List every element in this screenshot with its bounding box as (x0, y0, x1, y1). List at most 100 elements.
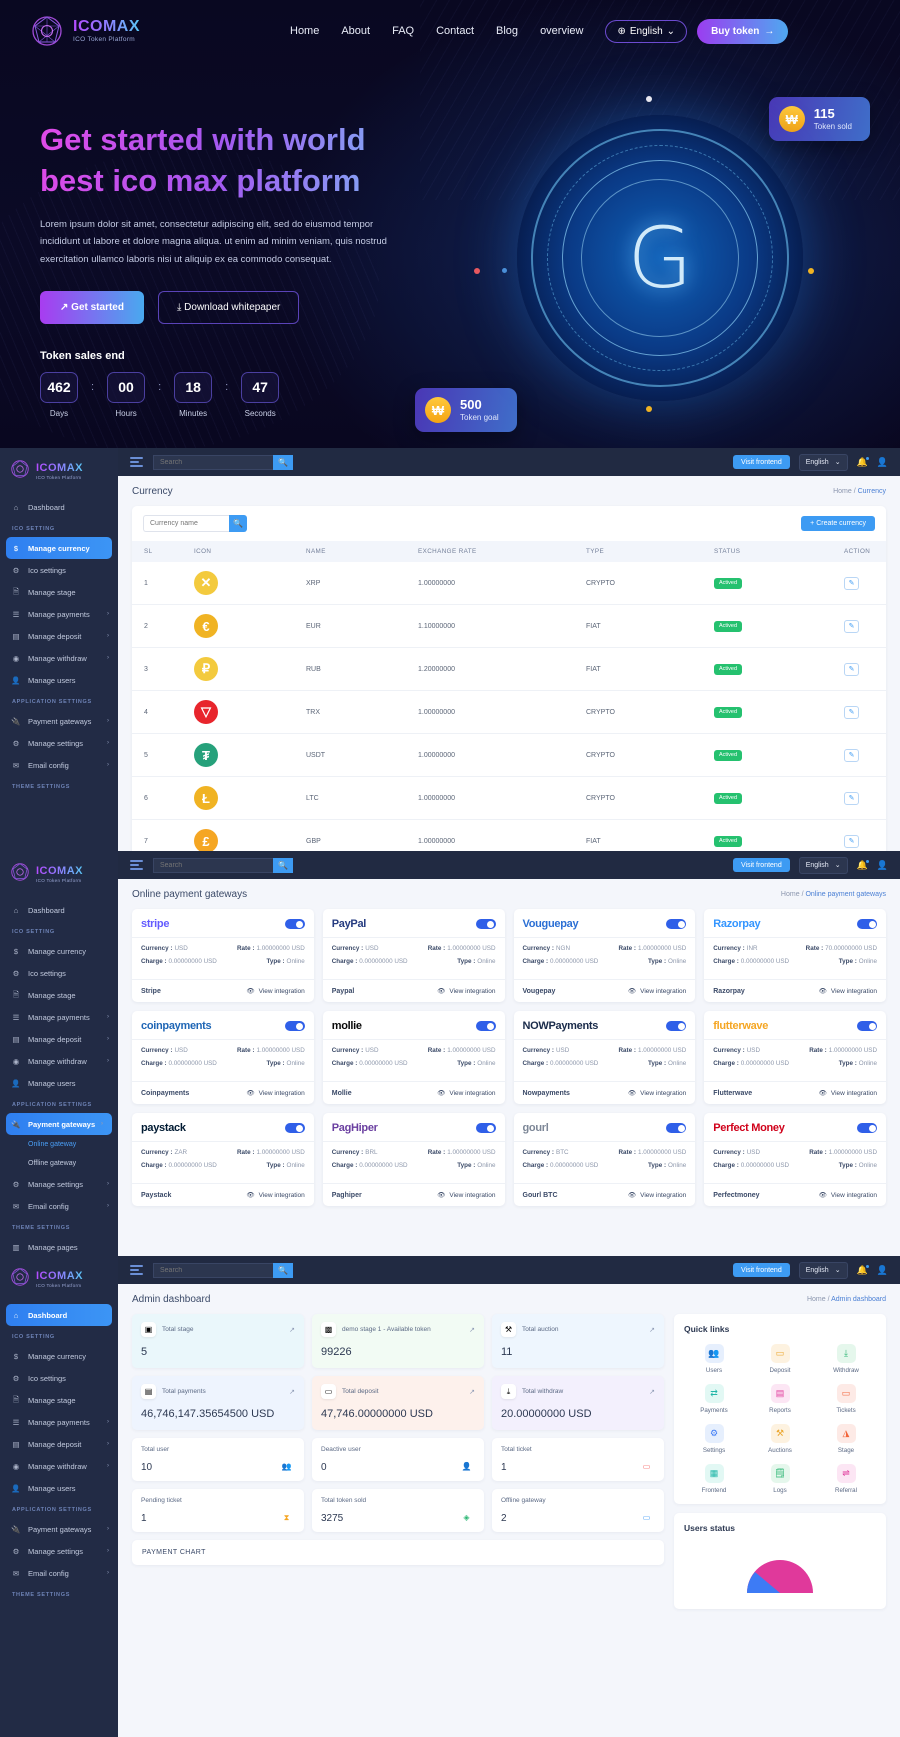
sidebar-item-payment-gateways[interactable]: 🔌 Payment gateways › (6, 1113, 112, 1135)
nav-item-contact[interactable]: Contact (436, 25, 474, 37)
sidebar-item-manage-deposit[interactable]: ▤ Manage deposit › (0, 1433, 118, 1455)
sidebar-logo[interactable]: ICOMAX ICO Token Platform (0, 448, 118, 496)
edit-icon[interactable]: ✎ (844, 619, 859, 633)
gateway-toggle[interactable] (857, 919, 877, 929)
sidebar-item-email-config[interactable]: ✉ Email config › (0, 1195, 118, 1217)
topbar-search[interactable]: 🔍 (153, 454, 293, 470)
buy-token-button[interactable]: Buy token → (697, 18, 789, 44)
gateway-toggle[interactable] (284, 919, 305, 929)
sidebar-item-payment-gateways[interactable]: 🔌 Payment gateways › (0, 1518, 118, 1540)
quick-link-reports[interactable]: ▤ Reports (750, 1384, 810, 1414)
visit-frontend-button[interactable]: Visit frontend (732, 1263, 790, 1277)
search-input[interactable] (153, 857, 273, 873)
sidebar-item-manage-stage[interactable]: 🗎 Manage stage (0, 1389, 118, 1411)
sidebar-item-manage-withdraw[interactable]: ◉ Manage withdraw › (0, 647, 118, 669)
account-icon[interactable]: 👤 (877, 860, 888, 871)
sidebar-item-manage-users[interactable]: 👤 Manage users (0, 1477, 118, 1499)
sidebar-item-ico-settings[interactable]: ⚙ Ico settings (0, 962, 118, 984)
view-integration-link[interactable]: 👁 View integration (246, 1191, 304, 1200)
search-icon[interactable]: 🔍 (229, 515, 247, 532)
quick-link-auctions[interactable]: ⚒ Auctions (750, 1424, 810, 1454)
menu-toggle-icon[interactable] (130, 457, 143, 467)
topbar-search[interactable]: 🔍 (153, 857, 293, 873)
stat-card[interactable]: Pending ticket 1 ⧗ (132, 1489, 304, 1532)
gateway-toggle[interactable] (475, 919, 496, 929)
stat-card[interactable]: Total user 10 👥 (132, 1438, 304, 1481)
currency-name-input[interactable] (143, 515, 229, 532)
arrow-up-right-icon[interactable]: ↗ (469, 1388, 475, 1396)
quick-link-stage[interactable]: ◮ Stage (816, 1424, 876, 1454)
quick-link-frontend[interactable]: ▦ Frontend (684, 1464, 744, 1494)
sidebar-logo[interactable]: ICOMAX ICO Token Platform (0, 1256, 118, 1304)
gateway-toggle[interactable] (666, 1021, 687, 1031)
sidebar-item-manage-withdraw[interactable]: ◉ Manage withdraw › (0, 1050, 118, 1072)
gateway-toggle[interactable] (857, 1123, 877, 1133)
arrow-up-right-icon[interactable]: ↗ (649, 1388, 655, 1396)
sidebar-item-online-gateway[interactable]: Online gateway (0, 1135, 118, 1154)
search-input[interactable] (153, 1262, 273, 1278)
sidebar-item-manage-settings[interactable]: ⚙ Manage settings › (0, 1540, 118, 1562)
download-whitepaper-button[interactable]: ⤓ Download whitepaper (157, 290, 300, 324)
sidebar-item-manage-currency[interactable]: $ Manage currency (6, 537, 112, 559)
sidebar-item-payment-gateways[interactable]: 🔌 Payment gateways › (0, 710, 118, 732)
stat-card[interactable]: ▭ Total deposit ↗ 47,746.00000000 USD (312, 1376, 484, 1430)
stat-card[interactable]: Deactive user 0 👤 (312, 1438, 484, 1481)
visit-frontend-button[interactable]: Visit frontend (732, 858, 790, 872)
quick-link-logs[interactable]: 🗒 Logs (750, 1464, 810, 1494)
create-currency-button[interactable]: + Create currency (801, 516, 875, 531)
sidebar-item-manage-payments[interactable]: ☰ Manage payments › (0, 1006, 118, 1028)
edit-icon[interactable]: ✎ (844, 705, 859, 719)
edit-icon[interactable]: ✎ (844, 748, 859, 762)
breadcrumb-home[interactable]: Home (833, 488, 852, 495)
quick-link-deposit[interactable]: ▭ Deposit (750, 1344, 810, 1374)
sidebar-item-manage-deposit[interactable]: ▤ Manage deposit › (0, 625, 118, 647)
sidebar-item-manage-settings[interactable]: ⚙ Manage settings › (0, 1173, 118, 1195)
sidebar-item-manage-stage[interactable]: 🗎 Manage stage (0, 984, 118, 1006)
topbar-language-select[interactable]: English ⌄ (798, 856, 848, 874)
nav-item-home[interactable]: Home (290, 25, 319, 37)
breadcrumb-home[interactable]: Home (781, 891, 800, 898)
topbar-language-select[interactable]: English ⌄ (798, 453, 848, 471)
view-integration-link[interactable]: 👁 View integration (437, 987, 495, 996)
sidebar-item-manage-users[interactable]: 👤 Manage users (0, 1072, 118, 1094)
sidebar-item-manage-settings[interactable]: ⚙ Manage settings › (0, 732, 118, 754)
breadcrumb-home[interactable]: Home (807, 1296, 826, 1303)
gateway-toggle[interactable] (666, 919, 687, 929)
stat-card[interactable]: ▣ Total stage ↗ 5 (132, 1314, 304, 1368)
sidebar-item-ico-settings[interactable]: ⚙ Ico settings (0, 1367, 118, 1389)
quick-link-withdraw[interactable]: ⤓ Withdraw (816, 1344, 876, 1374)
sidebar-item-manage-currency[interactable]: $ Manage currency (0, 940, 118, 962)
sidebar-item-offline-gateway[interactable]: Offline gateway (0, 1154, 118, 1173)
sidebar-logo[interactable]: ICOMAX ICO Token Platform (0, 851, 118, 899)
view-integration-link[interactable]: 👁 View integration (819, 1191, 877, 1200)
notifications-icon[interactable]: 🔔 (857, 1264, 870, 1276)
arrow-up-right-icon[interactable]: ↗ (469, 1326, 475, 1334)
stat-card[interactable]: Total ticket 1 ▭ (492, 1438, 664, 1481)
sidebar-item-dashboard[interactable]: ⌂ Dashboard (0, 899, 118, 921)
sidebar-item-manage-currency[interactable]: $ Manage currency (0, 1345, 118, 1367)
quick-link-tickets[interactable]: ▭ Tickets (816, 1384, 876, 1414)
view-integration-link[interactable]: 👁 View integration (628, 1191, 686, 1200)
sidebar-item-manage-users[interactable]: 👤 Manage users (0, 669, 118, 691)
sidebar-item-manage-withdraw[interactable]: ◉ Manage withdraw › (0, 1455, 118, 1477)
get-started-button[interactable]: ↗ Get started (40, 290, 144, 324)
stat-card[interactable]: ▩ demo stage 1 - Available token ↗ 99226 (312, 1314, 484, 1368)
stat-card[interactable]: Total token sold 3275 ◈ (312, 1489, 484, 1532)
quick-link-referral[interactable]: ⇌ Referral (816, 1464, 876, 1494)
visit-frontend-button[interactable]: Visit frontend (732, 455, 790, 469)
search-icon[interactable]: 🔍 (273, 454, 293, 470)
gateway-toggle[interactable] (284, 1021, 305, 1031)
view-integration-link[interactable]: 👁 View integration (819, 987, 877, 996)
sidebar-item-manage-pages[interactable]: ▥ Manage pages (0, 1236, 118, 1258)
gateway-toggle[interactable] (475, 1123, 496, 1133)
view-integration-link[interactable]: 👁 View integration (628, 1089, 686, 1098)
edit-icon[interactable]: ✎ (844, 791, 859, 805)
gateway-toggle[interactable] (666, 1123, 687, 1133)
gateway-toggle[interactable] (284, 1123, 305, 1133)
arrow-up-right-icon[interactable]: ↗ (289, 1326, 295, 1334)
sidebar-item-manage-payments[interactable]: ☰ Manage payments › (0, 1411, 118, 1433)
sidebar-item-ico-settings[interactable]: ⚙ Ico settings (0, 559, 118, 581)
nav-item-about[interactable]: About (341, 25, 370, 37)
stat-card[interactable]: Offline gateway 2 ▭ (492, 1489, 664, 1532)
stat-card[interactable]: ⚒ Total auction ↗ 11 (492, 1314, 664, 1368)
